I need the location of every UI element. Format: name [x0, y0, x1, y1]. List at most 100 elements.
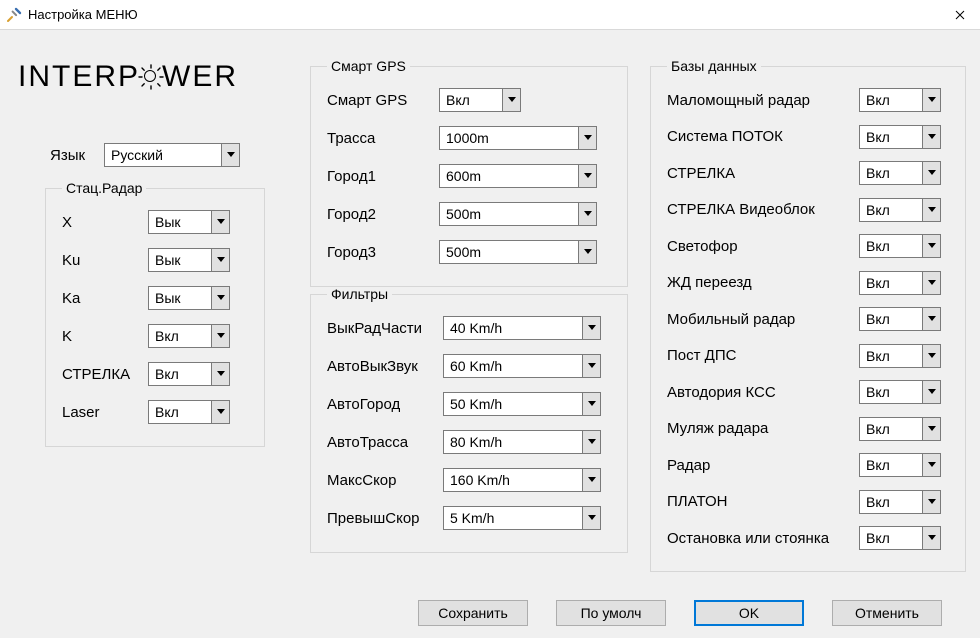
filters-select[interactable]: 40 Km/h: [443, 316, 601, 340]
db-select[interactable]: Вкл: [859, 198, 941, 222]
radar-select[interactable]: Вкл: [148, 400, 230, 424]
chevron-down-icon: [578, 241, 596, 263]
db-label: Система ПОТОК: [667, 128, 859, 145]
gps-select[interactable]: 500m: [439, 202, 597, 226]
db-select[interactable]: Вкл: [859, 234, 941, 258]
chevron-down-icon: [582, 393, 600, 415]
language-select[interactable]: Русский: [104, 143, 240, 167]
chevron-down-icon: [582, 431, 600, 453]
radar-select[interactable]: Вкл: [148, 324, 230, 348]
filters-value: 60 Km/h: [444, 355, 582, 377]
db-label: Муляж радара: [667, 420, 859, 437]
chevron-down-icon: [578, 203, 596, 225]
chevron-down-icon: [922, 308, 940, 330]
radar-label: K: [62, 328, 148, 345]
filters-select[interactable]: 80 Km/h: [443, 430, 601, 454]
group-stationary-radar: Стац.Радар XВыкKuВыкKaВыкKВклСТРЕЛКАВклL…: [45, 180, 265, 447]
ok-button[interactable]: OK: [694, 600, 804, 626]
language-label: Язык: [50, 147, 104, 164]
db-value: Вкл: [860, 272, 922, 294]
gps-value: 500m: [440, 241, 578, 263]
radar-label: Ku: [62, 252, 148, 269]
radar-select[interactable]: Вык: [148, 286, 230, 310]
filters-label: ПревышСкор: [327, 510, 443, 527]
db-value: Вкл: [860, 199, 922, 221]
db-row: Система ПОТОКВкл: [667, 125, 949, 149]
chevron-down-icon: [582, 507, 600, 529]
group-legend: Стац.Радар: [62, 180, 146, 196]
chevron-down-icon: [922, 491, 940, 513]
chevron-down-icon: [211, 211, 229, 233]
gps-select[interactable]: 600m: [439, 164, 597, 188]
db-select[interactable]: Вкл: [859, 417, 941, 441]
gps-value: Вкл: [440, 89, 502, 111]
db-row: ПЛАТОНВкл: [667, 490, 949, 514]
db-label: Радар: [667, 457, 859, 474]
radar-row: XВык: [62, 210, 248, 234]
group-filters: Фильтры ВыкРадЧасти40 Km/h АвтоВыкЗвук60 …: [310, 286, 628, 553]
filters-select[interactable]: 50 Km/h: [443, 392, 601, 416]
chevron-down-icon: [922, 89, 940, 111]
db-select[interactable]: Вкл: [859, 88, 941, 112]
radar-select[interactable]: Вкл: [148, 362, 230, 386]
group-legend: Базы данных: [667, 58, 761, 74]
chevron-down-icon: [578, 165, 596, 187]
filters-row: АвтоТрасса80 Km/h: [327, 430, 611, 454]
gps-label: Город2: [327, 206, 439, 223]
gps-label: Город3: [327, 244, 439, 261]
db-label: Маломощный радар: [667, 92, 859, 109]
chevron-down-icon: [211, 287, 229, 309]
radar-value: Вык: [149, 287, 211, 309]
gps-row: Город2500m: [327, 202, 611, 226]
close-button[interactable]: [940, 0, 980, 30]
save-button[interactable]: Сохранить: [418, 600, 528, 626]
db-select[interactable]: Вкл: [859, 271, 941, 295]
db-label: Светофор: [667, 238, 859, 255]
app-icon: [6, 7, 22, 23]
filters-select[interactable]: 160 Km/h: [443, 468, 601, 492]
dialog-buttons: Сохранить По умолч OK Отменить: [0, 600, 980, 626]
filters-select[interactable]: 60 Km/h: [443, 354, 601, 378]
filters-row: ПревышСкор5 Km/h: [327, 506, 611, 530]
db-select[interactable]: Вкл: [859, 380, 941, 404]
gps-label: Смарт GPS: [327, 92, 439, 109]
radar-value: Вкл: [149, 401, 211, 423]
db-row: СветофорВкл: [667, 234, 949, 258]
radar-select[interactable]: Вык: [148, 248, 230, 272]
group-databases: Базы данных Маломощный радарВклСистема П…: [650, 58, 966, 572]
gps-row: Трасса1000m: [327, 126, 611, 150]
window-title: Настройка МЕНЮ: [28, 7, 940, 22]
chevron-down-icon: [922, 527, 940, 549]
gps-row: Смарт GPSВкл: [327, 88, 611, 112]
gps-label: Трасса: [327, 130, 439, 147]
db-select[interactable]: Вкл: [859, 453, 941, 477]
gps-select[interactable]: 1000m: [439, 126, 597, 150]
db-label: Автодория КСС: [667, 384, 859, 401]
group-legend: Фильтры: [327, 286, 392, 302]
filters-value: 50 Km/h: [444, 393, 582, 415]
radar-label: X: [62, 214, 148, 231]
db-select[interactable]: Вкл: [859, 125, 941, 149]
filters-label: ВыкРадЧасти: [327, 320, 443, 337]
db-select[interactable]: Вкл: [859, 161, 941, 185]
gps-select[interactable]: Вкл: [439, 88, 521, 112]
db-select[interactable]: Вкл: [859, 490, 941, 514]
db-label: ПЛАТОН: [667, 493, 859, 510]
cancel-button[interactable]: Отменить: [832, 600, 942, 626]
db-select[interactable]: Вкл: [859, 307, 941, 331]
db-select[interactable]: Вкл: [859, 344, 941, 368]
filters-row: АвтоВыкЗвук60 Km/h: [327, 354, 611, 378]
gps-select[interactable]: 500m: [439, 240, 597, 264]
db-row: РадарВкл: [667, 453, 949, 477]
filters-select[interactable]: 5 Km/h: [443, 506, 601, 530]
db-row: Муляж радараВкл: [667, 417, 949, 441]
radar-label: Ka: [62, 290, 148, 307]
db-select[interactable]: Вкл: [859, 526, 941, 550]
radar-select[interactable]: Вык: [148, 210, 230, 234]
db-label: СТРЕЛКА Видеоблок: [667, 201, 859, 218]
chevron-down-icon: [582, 355, 600, 377]
group-legend: Смарт GPS: [327, 58, 410, 74]
defaults-button[interactable]: По умолч: [556, 600, 666, 626]
radar-label: СТРЕЛКА: [62, 366, 148, 383]
language-row: Язык Русский: [50, 143, 240, 167]
